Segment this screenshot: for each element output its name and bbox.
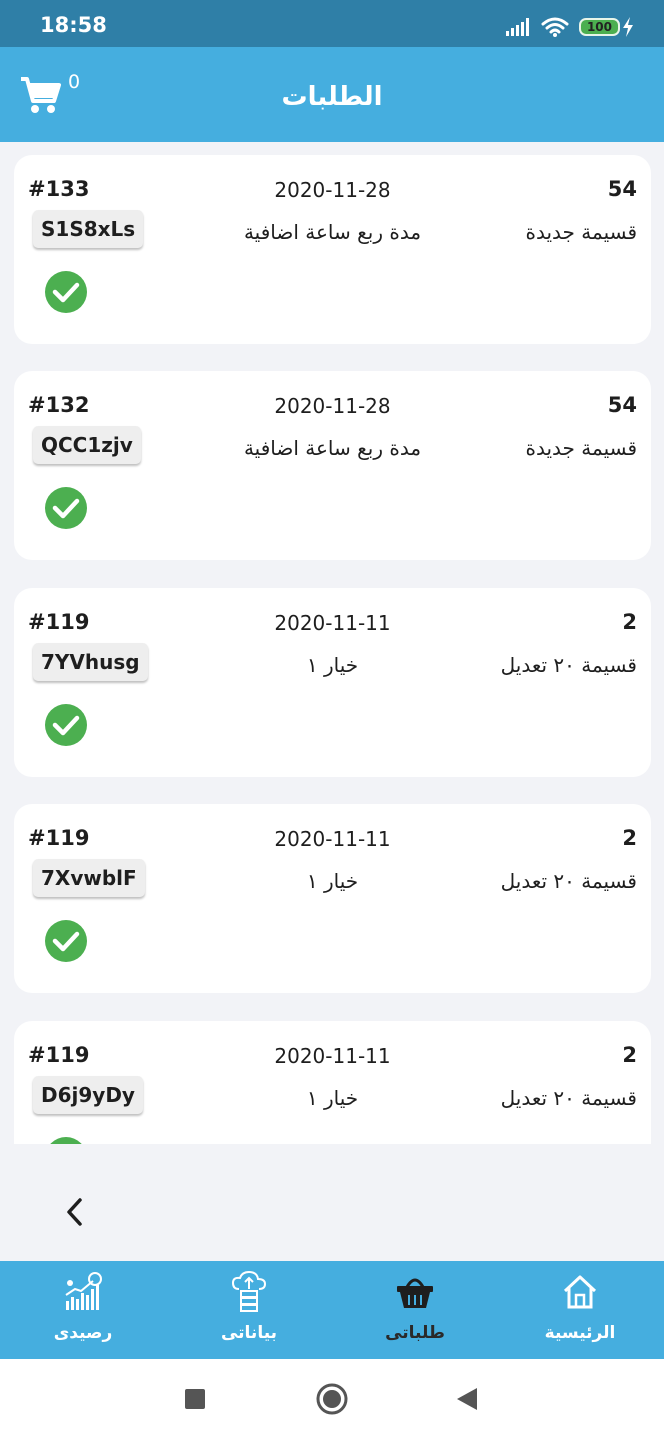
nav-label-balance: رصيدى (53, 1323, 113, 1343)
order-id: #132 (28, 393, 90, 417)
charging-bolt-icon (623, 17, 633, 37)
status-bar: 18:58 100 (0, 0, 664, 47)
cloud-server-icon (231, 1271, 267, 1312)
nav-label-orders: طلباتى (385, 1323, 445, 1343)
back-button[interactable] (60, 1195, 90, 1229)
order-date: 2020-11-11 (274, 1044, 391, 1068)
voucher-code[interactable]: QCC1zjv (33, 426, 141, 464)
nav-label-home: الرئيسية (544, 1323, 616, 1343)
back-triangle-icon[interactable] (456, 1387, 478, 1411)
bottom-nav: الرئيسية طلباتى بياناتى رصيدى (0, 1261, 664, 1359)
nav-label-data: بياناتى (220, 1323, 278, 1343)
check-circle-icon (45, 271, 87, 313)
order-card[interactable]: 2 2020-11-11 #119 قسيمة ٢٠ تعديل خيار ١ … (14, 588, 651, 777)
voucher-code[interactable]: 7XvwblF (33, 859, 145, 897)
voucher-code[interactable]: 7YVhusg (33, 643, 148, 681)
chevron-left-icon (67, 1198, 82, 1226)
status-time: 18:58 (40, 13, 107, 37)
page-title: الطلبات (281, 82, 383, 112)
check-circle-icon (45, 704, 87, 746)
order-id: #133 (28, 177, 90, 201)
order-card[interactable]: 2 2020-11-11 #119 قسيمة ٢٠ تعديل خيار ١ … (14, 804, 651, 993)
nav-item-balance[interactable]: رصيدى (23, 1261, 143, 1359)
order-card[interactable]: 54 2020-11-28 #132 قسيمة جديدة مدة ربع س… (14, 371, 651, 560)
order-id: #119 (28, 610, 90, 634)
order-date: 2020-11-28 (274, 178, 391, 202)
signal-icon (505, 18, 529, 36)
home-circle-icon[interactable] (316, 1383, 348, 1415)
check-circle-icon (45, 487, 87, 529)
order-id: #119 (28, 826, 90, 850)
nav-item-orders[interactable]: طلباتى (355, 1261, 475, 1359)
nav-item-data[interactable]: بياناتى (189, 1261, 309, 1359)
battery-indicator: 100 (578, 17, 634, 37)
system-nav-bar (0, 1359, 664, 1439)
order-date: 2020-11-11 (274, 611, 391, 635)
voucher-code[interactable]: S1S8xLs (33, 210, 144, 248)
check-circle-icon (50, 1137, 82, 1144)
status-icons: 100 (505, 15, 634, 39)
recents-square-icon[interactable] (184, 1388, 206, 1410)
battery-level: 100 (578, 18, 620, 36)
app-bar: 0 الطلبات (0, 47, 664, 142)
order-id: #119 (28, 1043, 90, 1067)
nav-item-home[interactable]: الرئيسية (520, 1261, 640, 1359)
orders-list[interactable]: 54 2020-11-28 #133 قسيمة جديدة مدة ربع س… (0, 142, 664, 1144)
wifi-icon (541, 17, 569, 37)
voucher-code[interactable]: D6j9yDy (33, 1076, 143, 1114)
balance-chart-icon (65, 1272, 102, 1310)
order-date: 2020-11-28 (274, 394, 391, 418)
order-card[interactable]: 2 2020-11-11 #119 قسيمة ٢٠ تعديل خيار ١ … (14, 1021, 651, 1144)
order-date: 2020-11-11 (274, 827, 391, 851)
home-icon (563, 1275, 597, 1309)
check-circle-icon (45, 920, 87, 962)
order-card[interactable]: 54 2020-11-28 #133 قسيمة جديدة مدة ربع س… (14, 155, 651, 344)
basket-icon (397, 1278, 433, 1308)
